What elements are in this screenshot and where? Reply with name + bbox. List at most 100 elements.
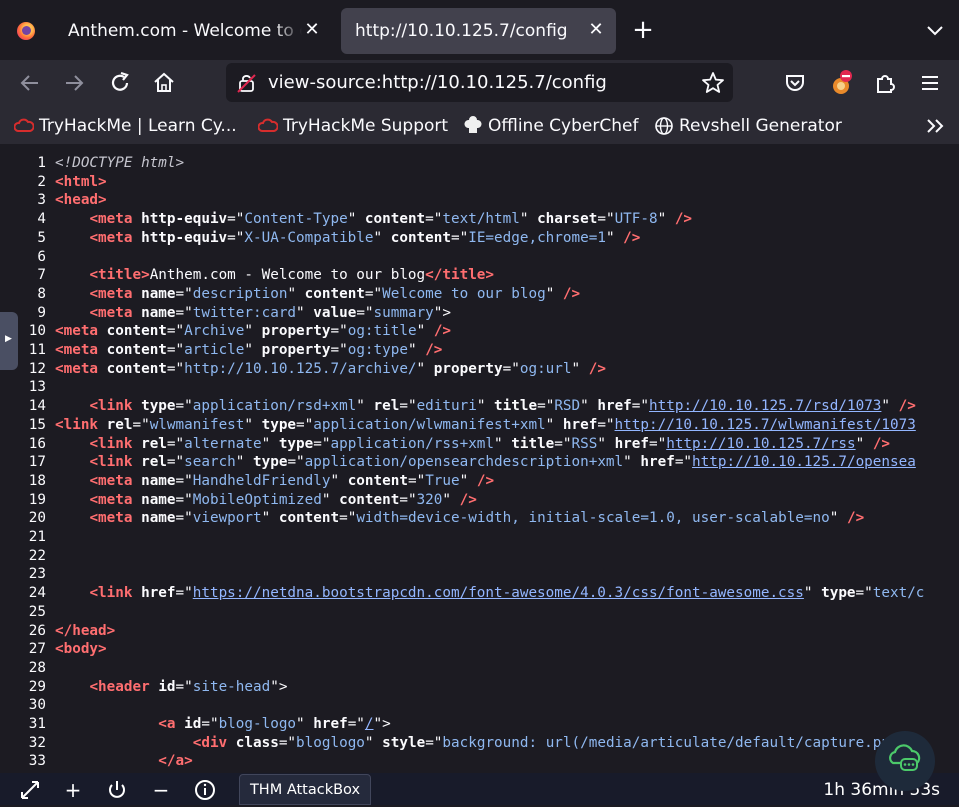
source-code: <a id="blog-logo" href="/"> [55, 716, 390, 732]
source-link[interactable]: http://10.10.125.7/rsd/1073 [649, 398, 881, 414]
source-token: application/rsd+xml [192, 398, 357, 415]
source-token: <meta [89, 510, 142, 527]
source-token: href [597, 398, 632, 415]
list-all-tabs-button[interactable] [920, 16, 950, 46]
source-token: =" [175, 304, 193, 321]
source-code: <link rel="wlwmanifest" type="applicatio… [55, 417, 916, 433]
line-number: 15 [28, 416, 46, 433]
bookmark-offline-cyberchef[interactable]: Offline CyberChef [463, 114, 638, 138]
bookmark-label: Revshell Generator [679, 116, 842, 136]
source-token: /> [588, 360, 606, 377]
pocket-button[interactable] [779, 67, 811, 99]
source-token: </head> [55, 622, 116, 639]
source-code: <meta name="description" content="Welcom… [55, 286, 580, 302]
source-line: 22 [0, 547, 55, 566]
source-token: " [623, 454, 641, 471]
source-token: =" [287, 454, 305, 471]
source-token [55, 230, 89, 246]
source-token: =" [537, 398, 555, 415]
arrow-left-icon [20, 75, 38, 91]
tab-config[interactable]: http://10.10.125.7/config ✕ [341, 8, 616, 54]
source-token: =" [399, 491, 417, 508]
back-button[interactable] [14, 67, 46, 99]
more-bookmarks-button[interactable] [922, 114, 948, 138]
source-link[interactable]: / [365, 716, 374, 732]
source-link[interactable]: http://10.10.125.7/wlwmanifest/1073 [615, 417, 916, 433]
chat-support-button[interactable] [875, 731, 935, 791]
source-token: =" [347, 716, 365, 732]
bookmark-revshell-generator[interactable]: Revshell Generator [654, 114, 842, 138]
source-token: " [597, 435, 615, 452]
source-token: " [459, 472, 477, 489]
source-token: " [803, 585, 822, 602]
source-token: " [330, 472, 348, 489]
source-token: =" [175, 585, 193, 602]
new-tab-button[interactable]: + [628, 16, 658, 46]
extensions-button[interactable] [869, 67, 901, 99]
tab-anthem[interactable]: Anthem.com - Welcome to our blog ✕ [54, 8, 332, 54]
source-token: =" [166, 342, 185, 358]
close-icon[interactable]: ✕ [586, 20, 606, 40]
extension-blocker-button[interactable] [826, 67, 858, 99]
source-line: 4 <meta http-equiv="Content-Type" conten… [0, 210, 692, 229]
source-token: " [296, 716, 314, 732]
bookmarks-toolbar: TryHackMe | Learn Cy... TryHackMe Suppor… [0, 106, 959, 144]
line-number: 30 [28, 697, 46, 714]
source-link[interactable]: http://10.10.125.7/opensea [692, 454, 916, 470]
bookmark-tryhackme-support[interactable]: TryHackMe Support [257, 114, 448, 138]
source-token: description [192, 285, 288, 302]
source-token: =" [356, 304, 374, 321]
source-token: =" [227, 229, 245, 246]
source-link[interactable]: https://netdna.bootstrapcdn.com/font-awe… [193, 585, 804, 601]
page-info-icon[interactable] [235, 71, 259, 95]
bookmark-star-icon[interactable] [700, 70, 726, 96]
forward-button[interactable] [58, 67, 90, 99]
fullscreen-icon[interactable] [18, 778, 42, 802]
navigation-toolbar: view-source:http://10.10.125.7/config [0, 60, 959, 106]
source-code: <meta name="HandheldFriendly" content="T… [55, 473, 494, 489]
source-token [55, 286, 89, 302]
source-token [55, 716, 158, 732]
source-token: <link [89, 435, 142, 452]
minimize-icon[interactable]: − [149, 778, 173, 802]
power-icon[interactable] [105, 778, 129, 802]
source-token: og:type [347, 342, 408, 358]
source-token: " [261, 510, 279, 527]
bookmark-tryhackme[interactable]: TryHackMe | Learn Cy... [13, 114, 237, 138]
source-token: " [287, 285, 305, 302]
source-link[interactable]: http://10.10.125.7/rss [666, 436, 855, 452]
source-token: =" [313, 435, 331, 452]
source-token: <html> [55, 173, 107, 190]
tab-title: Anthem.com - Welcome to our blog [68, 21, 302, 41]
app-menu-button[interactable] [914, 67, 946, 99]
info-icon[interactable] [193, 778, 217, 802]
add-icon[interactable]: + [61, 778, 85, 802]
source-token: rel [373, 398, 400, 415]
source-token: " [416, 323, 434, 340]
line-number: 32 [28, 734, 46, 751]
reload-button[interactable] [104, 67, 136, 99]
side-panel-handle[interactable]: ▶ [0, 312, 18, 370]
source-token: property [261, 342, 331, 358]
source-token: search [184, 454, 236, 471]
source-token: property [433, 360, 503, 377]
firefox-menu-button[interactable] [8, 13, 44, 49]
source-token: article [184, 342, 245, 358]
source-token: " [244, 416, 262, 433]
view-source-content: 1 <!DOCTYPE html> 2 <html> 3 <head> 4 <meta ht… [0, 144, 959, 773]
source-token [55, 492, 89, 508]
home-button[interactable] [148, 67, 180, 99]
source-token: HandheldFriendly [192, 472, 331, 489]
attackbox-button[interactable]: THM AttackBox [239, 774, 371, 805]
url-bar[interactable]: view-source:http://10.10.125.7/config [226, 63, 733, 102]
source-token: twitter:card [192, 304, 297, 321]
source-token: Welcome to our blog [382, 285, 546, 302]
line-number: 16 [28, 435, 46, 452]
source-token: " [416, 360, 434, 377]
source-token: style [382, 734, 426, 751]
chevron-down-icon [927, 26, 943, 36]
close-icon[interactable]: ✕ [302, 20, 322, 40]
source-token: " [244, 323, 262, 340]
source-token: <meta [89, 304, 142, 321]
source-token: <!DOCTYPE html> [55, 155, 185, 171]
